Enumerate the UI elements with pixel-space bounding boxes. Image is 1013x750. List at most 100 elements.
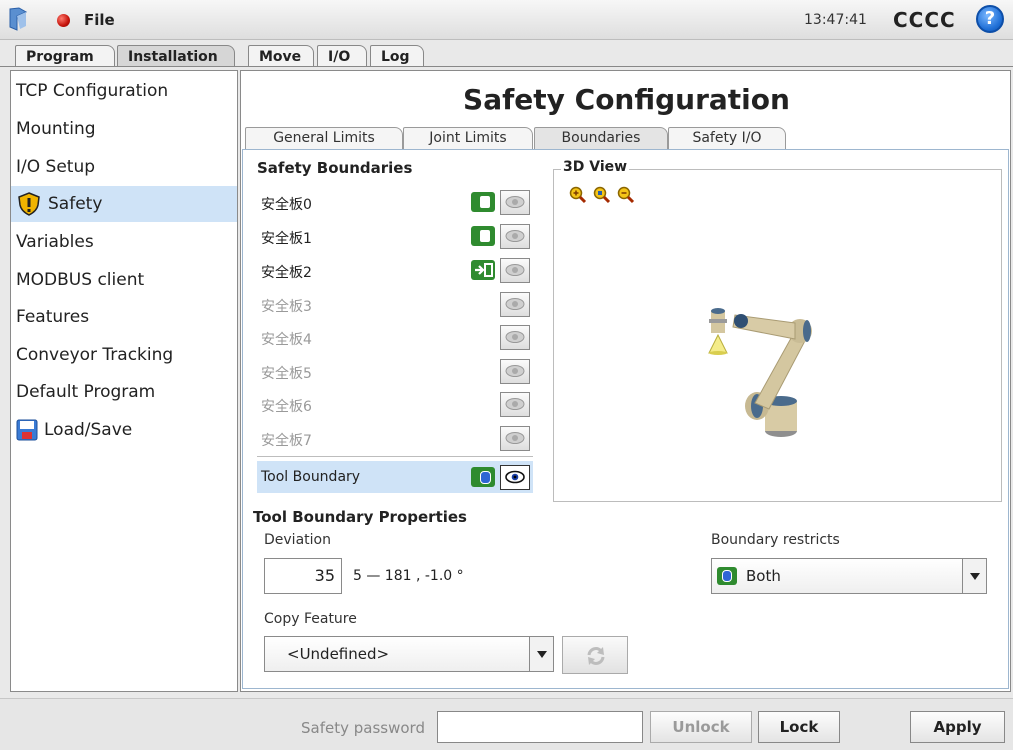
boundaries-content: Safety Boundaries 安全板0 安全板1 安全板2 安全板3 安全… (242, 149, 1009, 689)
plane-row-3[interactable]: 安全板3 (257, 290, 533, 319)
tab-boundaries[interactable]: Boundaries (534, 127, 668, 149)
plane-label: 安全板1 (261, 231, 312, 247)
chevron-down-icon[interactable] (962, 559, 986, 593)
plane-row-6[interactable]: 安全板6 (257, 390, 533, 419)
refresh-button[interactable] (562, 636, 628, 674)
plane-row-7[interactable]: 安全板7 (257, 424, 533, 453)
file-menu[interactable]: File (84, 11, 115, 29)
zoom-out-icon[interactable] (617, 186, 635, 204)
boundary-restricts-select[interactable]: Both (711, 558, 987, 594)
bottom-bar: Safety password Unlock Lock Apply (0, 698, 1013, 750)
tool-boundary-both-toggle-icon[interactable] (471, 467, 495, 487)
sidebar-item-tcp-configuration[interactable]: TCP Configuration (11, 73, 237, 109)
plane-row-0[interactable]: 安全板0 (257, 188, 533, 217)
deviation-label: Deviation (264, 532, 331, 548)
sidebar-item-label: Mounting (16, 119, 96, 139)
tab-installation[interactable]: Installation (117, 45, 235, 67)
plane-row-5[interactable]: 安全板5 (257, 357, 533, 386)
zoom-fit-icon[interactable] (593, 186, 611, 204)
plane-trigger-reduced-icon[interactable] (471, 260, 495, 280)
restrict-both-icon (717, 567, 737, 585)
visibility-eye-icon[interactable] (500, 292, 530, 317)
floppy-disk-icon (16, 419, 38, 441)
plane-row-1[interactable]: 安全板1 (257, 222, 533, 251)
deviation-input[interactable]: 35 (264, 558, 342, 594)
sidebar-item-features[interactable]: Features (11, 299, 237, 335)
copy-feature-value: <Undefined> (287, 645, 390, 663)
3d-view-title: 3D View (561, 159, 630, 175)
plane-enabled-toggle-icon[interactable] (471, 226, 495, 246)
sidebar-item-label: Variables (16, 232, 94, 252)
chevron-down-icon[interactable] (529, 637, 553, 671)
apply-button[interactable]: Apply (910, 711, 1005, 743)
tab-divider (0, 66, 1013, 67)
plane-row-2[interactable]: 安全板2 (257, 256, 533, 285)
tab-general-limits[interactable]: General Limits (245, 127, 403, 149)
sidebar-item-label: MODBUS client (16, 270, 145, 290)
boundary-restricts-label: Boundary restricts (711, 532, 840, 548)
sidebar-item-label: Features (16, 307, 90, 327)
shield-warning-icon (18, 192, 40, 216)
deviation-range: 5 — 181 , -1.0 ° (353, 568, 464, 584)
sidebar-item-io-setup[interactable]: I/O Setup (11, 149, 237, 185)
plane-label: 安全板4 (261, 332, 312, 348)
tab-program[interactable]: Program (15, 45, 115, 67)
sidebar-item-load-save[interactable]: Load/Save (11, 412, 237, 448)
visibility-eye-icon[interactable] (500, 426, 530, 451)
sidebar-item-variables[interactable]: Variables (11, 224, 237, 260)
plane-label: 安全板0 (261, 197, 312, 213)
help-icon[interactable]: ? (976, 5, 1004, 33)
tool-boundary-label: Tool Boundary (261, 469, 361, 485)
lock-button[interactable]: Lock (758, 711, 840, 743)
tab-move[interactable]: Move (248, 45, 314, 67)
visibility-eye-icon[interactable] (500, 190, 530, 215)
visibility-eye-icon[interactable] (500, 325, 530, 350)
visibility-eye-icon[interactable] (500, 465, 530, 490)
unlock-button[interactable]: Unlock (650, 711, 752, 743)
visibility-eye-icon[interactable] (500, 392, 530, 417)
plane-label: 安全板2 (261, 265, 312, 281)
boundary-restricts-value: Both (746, 567, 781, 585)
divider (257, 456, 533, 457)
visibility-eye-icon[interactable] (500, 359, 530, 384)
installation-sidebar: TCP Configuration Mounting I/O Setup Saf… (10, 70, 238, 692)
copy-feature-select[interactable]: <Undefined> (264, 636, 554, 672)
robot-arm-3d-model (708, 308, 812, 437)
clock: 13:47:41 (804, 12, 867, 28)
safety-boundaries-title: Safety Boundaries (257, 159, 413, 177)
visibility-eye-icon[interactable] (500, 224, 530, 249)
zoom-in-icon[interactable] (569, 186, 587, 204)
robot-name: CCCC (893, 8, 956, 32)
tool-boundary-row[interactable]: Tool Boundary (257, 461, 533, 493)
ur-logo-icon (9, 7, 28, 31)
sidebar-item-label: Conveyor Tracking (16, 345, 174, 365)
plane-label: 安全板3 (261, 299, 312, 315)
tab-safety-io[interactable]: Safety I/O (668, 127, 786, 149)
sidebar-item-mounting[interactable]: Mounting (11, 111, 237, 147)
safety-password-input[interactable] (437, 711, 643, 743)
sidebar-item-modbus-client[interactable]: MODBUS client (11, 262, 237, 298)
tab-io[interactable]: I/O (317, 45, 367, 67)
sidebar-item-default-program[interactable]: Default Program (11, 374, 237, 410)
plane-row-4[interactable]: 安全板4 (257, 323, 533, 352)
top-bar: File 13:47:41 CCCC ? (0, 0, 1013, 40)
visibility-eye-icon[interactable] (500, 258, 530, 283)
plane-enabled-toggle-icon[interactable] (471, 192, 495, 212)
sidebar-item-safety[interactable]: Safety (11, 186, 237, 222)
sidebar-item-label: TCP Configuration (16, 81, 169, 101)
refresh-icon (587, 647, 605, 665)
plane-label: 安全板5 (261, 366, 312, 382)
sidebar-item-label: Safety (48, 194, 103, 214)
page-title: Safety Configuration (463, 83, 790, 116)
safety-configuration-panel: Safety Configuration General Limits Join… (240, 70, 1011, 692)
sidebar-item-label: I/O Setup (16, 157, 96, 177)
safety-password-label: Safety password (301, 719, 425, 737)
copy-feature-label: Copy Feature (264, 611, 357, 627)
robot-status-icon[interactable] (57, 14, 70, 27)
sidebar-item-conveyor-tracking[interactable]: Conveyor Tracking (11, 337, 237, 373)
plane-label: 安全板6 (261, 399, 312, 415)
plane-label: 安全板7 (261, 433, 312, 449)
tab-joint-limits[interactable]: Joint Limits (403, 127, 533, 149)
tool-boundary-properties-title: Tool Boundary Properties (253, 508, 467, 526)
tab-log[interactable]: Log (370, 45, 424, 67)
